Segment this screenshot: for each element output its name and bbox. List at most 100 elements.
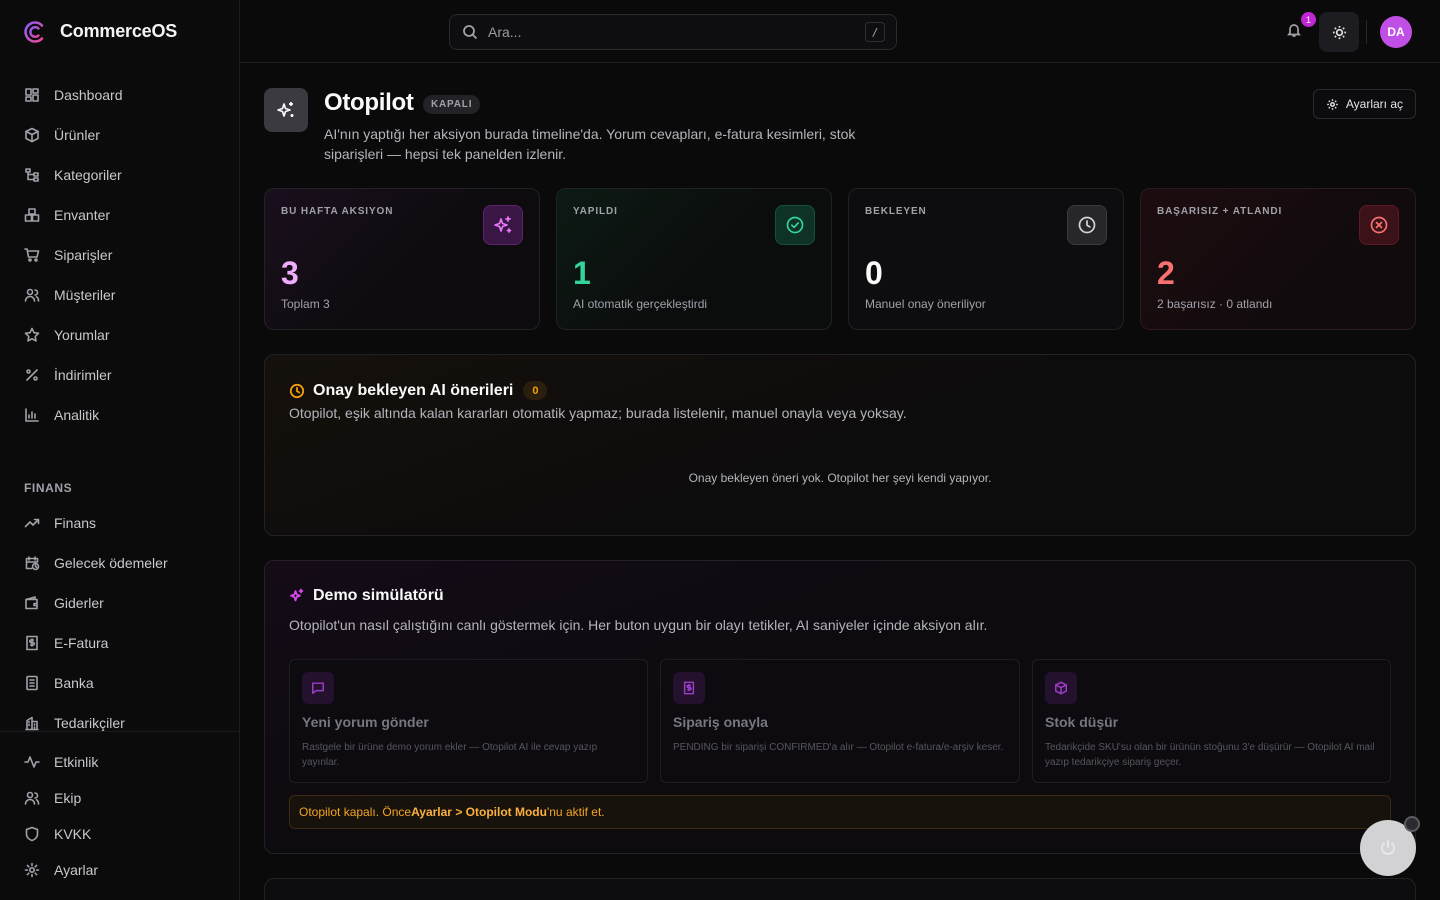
- box-icon: [25, 127, 39, 143]
- sidebar-item-categories[interactable]: Kategoriler: [12, 155, 227, 195]
- search-icon: [463, 25, 478, 40]
- users-icon: [24, 288, 40, 302]
- warning-prefix: Otopilot kapalı. Önce: [299, 805, 412, 819]
- brand[interactable]: CommerceOS: [0, 0, 239, 63]
- sidebar-item-label: Analitik: [54, 407, 100, 423]
- simulate-stock-drop-button[interactable]: Stok düşür Tedarikçide SKU'su olan bir ü…: [1032, 659, 1391, 783]
- sidebar-item-upcoming-payments[interactable]: Gelecek ödemeler: [12, 543, 227, 583]
- sparkles-icon: [277, 102, 294, 117]
- trend-icon: [24, 518, 40, 528]
- shield-icon: [25, 826, 39, 842]
- sidebar-item-products[interactable]: Ürünler: [12, 115, 227, 155]
- open-settings-label: Ayarları aç: [1345, 97, 1403, 111]
- activity-icon: [24, 756, 40, 768]
- calendar-clock-icon: [25, 556, 40, 571]
- status-badge: KAPALI: [423, 95, 481, 114]
- wallet-icon: [25, 596, 38, 610]
- clock-icon: [289, 383, 305, 398]
- simulate-order-confirm-button[interactable]: Sipariş onayla PENDING bir siparişi CONF…: [660, 659, 1020, 783]
- sidebar-item-analytics[interactable]: Analitik: [12, 395, 227, 435]
- sidebar-item-label: Giderler: [54, 595, 104, 611]
- sidebar-item-label: Finans: [54, 515, 97, 531]
- sidebar-item-label: E-Fatura: [54, 635, 109, 651]
- x-circle-icon: [1370, 216, 1388, 234]
- search-input[interactable]: [488, 24, 848, 40]
- pending-description: Otopilot, eşik altında kalan kararları o…: [289, 405, 907, 421]
- topbar: / 1 DA: [240, 0, 1440, 63]
- sidebar-item-label: Ekip: [54, 790, 82, 806]
- sidebar-item-label: Etkinlik: [54, 754, 99, 770]
- sidebar-item-dashboard[interactable]: Dashboard: [12, 75, 227, 115]
- stat-value: 0: [865, 255, 883, 291]
- sidebar-item-label: Banka: [54, 675, 94, 691]
- notification-count-badge: 1: [1301, 12, 1316, 27]
- sun-icon: [1332, 25, 1346, 39]
- autopilot-off-warning: Otopilot kapalı. Önce Ayarlar > Otopilot…: [289, 795, 1391, 829]
- sidebar-item-label: İndirimler: [54, 367, 112, 383]
- stat-card-weekly-actions: BU HAFTA AKSIYON 3 Toplam 3: [264, 188, 540, 330]
- warning-settings-link[interactable]: Ayarlar > Otopilot Modu: [411, 805, 547, 819]
- stat-subtext: AI otomatik gerçekleştirdi: [573, 297, 708, 311]
- sparkles-icon: [494, 216, 512, 233]
- sidebar: CommerceOS Dashboard Ürünler Kategoriler…: [0, 0, 240, 900]
- otopilot-icon: [264, 88, 308, 132]
- receipt-icon: [26, 635, 38, 651]
- sidebar-item-activity[interactable]: Etkinlik: [12, 744, 227, 780]
- main-nav: Dashboard Ürünler Kategoriler Envanter S…: [0, 63, 239, 743]
- bell-icon: [1287, 24, 1301, 37]
- percent-icon: [26, 369, 38, 381]
- user-avatar[interactable]: DA: [1380, 16, 1412, 48]
- dashboard-icon: [25, 88, 39, 102]
- topbar-divider: [1366, 20, 1367, 44]
- check-circle-icon: [786, 216, 804, 234]
- sim-card-title: Stok düşür: [1045, 714, 1119, 730]
- stat-value: 2: [1157, 255, 1175, 291]
- open-settings-button[interactable]: Ayarları aç: [1312, 89, 1416, 119]
- star-icon: [24, 327, 40, 342]
- app-name: CommerceOS: [60, 21, 178, 41]
- sidebar-item-label: Tedarikçiler: [54, 715, 125, 731]
- sidebar-item-label: Yorumlar: [54, 327, 110, 343]
- sidebar-item-label: Ayarlar: [54, 862, 99, 878]
- sidebar-item-settings[interactable]: Ayarlar: [12, 852, 227, 888]
- sidebar-item-customers[interactable]: Müşteriler: [12, 275, 227, 315]
- stat-card-pending: BEKLEYEN 0 Manuel onay öneriliyor: [848, 188, 1124, 330]
- sidebar-item-label: Envanter: [54, 207, 111, 223]
- sim-card-description: PENDING bir siparişi CONFIRMED'a alır — …: [673, 742, 1004, 753]
- sim-card-description: Tedarikçide SKU'su olan bir ürünün stoğu…: [1045, 742, 1375, 768]
- sidebar-item-bank[interactable]: Banka: [12, 663, 227, 703]
- boxes-icon: [24, 208, 40, 222]
- sidebar-item-label: Dashboard: [54, 87, 123, 103]
- tree-icon: [25, 168, 39, 182]
- sidebar-item-finance[interactable]: Finans: [12, 503, 227, 543]
- stat-subtext: Manuel onay öneriliyor: [865, 297, 986, 311]
- sidebar-item-expenses[interactable]: Giderler: [12, 583, 227, 623]
- sidebar-item-orders[interactable]: Siparişler: [12, 235, 227, 275]
- sidebar-item-team[interactable]: Ekip: [12, 780, 227, 816]
- sidebar-item-e-invoice[interactable]: E-Fatura: [12, 623, 227, 663]
- fab-status-dot: [1404, 816, 1420, 832]
- sim-icon: [302, 672, 334, 704]
- building-icon: [25, 716, 39, 731]
- sim-card-description: Rastgele bir ürüne demo yorum ekler — Ot…: [302, 742, 598, 768]
- simulate-new-review-button[interactable]: Yeni yorum gönder Rastgele bir ürüne dem…: [289, 659, 648, 783]
- main-content: Otopilot KAPALI AI'nın yaptığı her aksiy…: [264, 64, 1416, 900]
- page-header: Otopilot KAPALI AI'nın yaptığı her aksiy…: [264, 64, 1416, 188]
- sidebar-item-label: Gelecek ödemeler: [54, 555, 168, 571]
- sidebar-item-kvkk[interactable]: KVKK: [12, 816, 227, 852]
- cart-icon: [24, 248, 40, 262]
- page-title: Otopilot: [324, 89, 414, 116]
- sim-icon: [1045, 672, 1077, 704]
- power-icon: [1381, 840, 1395, 855]
- timeline-panel: [264, 878, 1416, 900]
- sidebar-item-label: KVKK: [54, 826, 92, 842]
- search-box[interactable]: /: [449, 14, 897, 50]
- sidebar-item-reviews[interactable]: Yorumlar: [12, 315, 227, 355]
- pending-suggestions-panel: Onay bekleyen AI önerileri 0 Otopilot, e…: [264, 354, 1416, 536]
- sidebar-item-label: Kategoriler: [54, 167, 122, 183]
- sidebar-item-discounts[interactable]: İndirimler: [12, 355, 227, 395]
- pending-empty-state: Onay bekleyen öneri yok. Otopilot her şe…: [688, 471, 992, 485]
- sidebar-item-inventory[interactable]: Envanter: [12, 195, 227, 235]
- stat-value: 1: [573, 255, 591, 291]
- theme-toggle-button[interactable]: [1319, 12, 1359, 52]
